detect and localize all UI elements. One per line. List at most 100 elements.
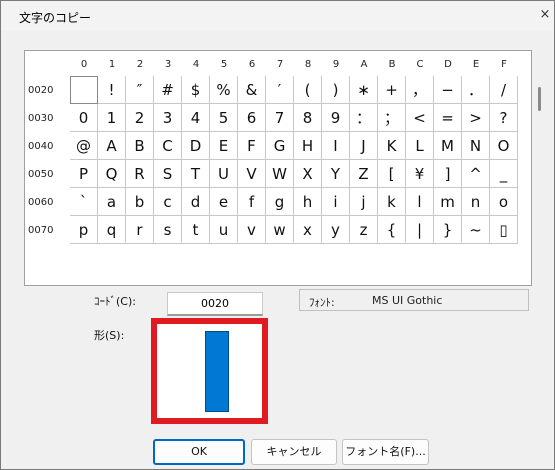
character-cell[interactable]: A <box>98 132 126 160</box>
character-cell[interactable]: x <box>294 216 322 244</box>
character-cell[interactable]: 4 <box>182 104 210 132</box>
character-cell[interactable]: ： <box>350 104 378 132</box>
character-cell[interactable]: S <box>154 160 182 188</box>
character-cell[interactable]: ▯ <box>490 216 518 244</box>
character-cell[interactable]: V <box>238 160 266 188</box>
character-cell[interactable]: ( <box>294 76 322 104</box>
character-cell[interactable]: [ <box>378 160 406 188</box>
character-cell[interactable]: E <box>210 132 238 160</box>
character-cell[interactable]: U <box>210 160 238 188</box>
character-cell[interactable]: Q <box>98 160 126 188</box>
character-cell[interactable]: + <box>378 76 406 104</box>
character-cell[interactable]: T <box>182 160 210 188</box>
character-cell[interactable]: g <box>266 188 294 216</box>
character-cell[interactable]: ′ <box>266 76 294 104</box>
character-cell[interactable]: ~ <box>462 216 490 244</box>
character-cell[interactable]: q <box>98 216 126 244</box>
character-cell[interactable]: v <box>238 216 266 244</box>
grid-scrollbar[interactable] <box>538 87 541 111</box>
character-cell[interactable]: $ <box>182 76 210 104</box>
character-cell[interactable]: F <box>238 132 266 160</box>
character-cell[interactable]: u <box>210 216 238 244</box>
code-input[interactable]: 0020 <box>167 292 263 316</box>
character-cell[interactable]: w <box>266 216 294 244</box>
character-cell[interactable]: ^ <box>462 160 490 188</box>
character-cell[interactable]: k <box>378 188 406 216</box>
character-cell[interactable] <box>70 76 98 104</box>
character-cell[interactable]: # <box>154 76 182 104</box>
character-cell[interactable]: | <box>406 216 434 244</box>
character-cell[interactable]: = <box>434 104 462 132</box>
character-cell[interactable]: ! <box>98 76 126 104</box>
character-cell[interactable]: l <box>406 188 434 216</box>
character-cell[interactable]: % <box>210 76 238 104</box>
character-cell[interactable]: X <box>294 160 322 188</box>
character-cell[interactable]: b <box>126 188 154 216</box>
character-cell[interactable]: J <box>350 132 378 160</box>
character-cell[interactable]: & <box>238 76 266 104</box>
character-cell[interactable]: Y <box>322 160 350 188</box>
character-cell[interactable]: o <box>490 188 518 216</box>
character-cell[interactable]: p <box>70 216 98 244</box>
character-cell[interactable]: I <box>322 132 350 160</box>
character-cell[interactable]: R <box>126 160 154 188</box>
character-cell[interactable]: − <box>434 76 462 104</box>
character-cell[interactable]: t <box>182 216 210 244</box>
character-cell[interactable]: 6 <box>238 104 266 132</box>
character-cell[interactable]: _ <box>490 160 518 188</box>
character-cell[interactable]: G <box>266 132 294 160</box>
character-cell[interactable]: r <box>126 216 154 244</box>
character-cell[interactable]: N <box>462 132 490 160</box>
character-cell[interactable]: 3 <box>154 104 182 132</box>
character-cell[interactable]: P <box>70 160 98 188</box>
character-cell[interactable]: z <box>350 216 378 244</box>
character-cell[interactable]: a <box>98 188 126 216</box>
character-cell[interactable]: > <box>462 104 490 132</box>
character-cell[interactable]: } <box>434 216 462 244</box>
character-cell[interactable]: ″ <box>126 76 154 104</box>
character-cell[interactable]: ` <box>70 188 98 216</box>
character-cell[interactable]: ) <box>322 76 350 104</box>
character-cell[interactable]: j <box>350 188 378 216</box>
character-cell[interactable]: Z <box>350 160 378 188</box>
character-cell[interactable]: h <box>294 188 322 216</box>
character-cell[interactable]: 0 <box>70 104 98 132</box>
character-cell[interactable]: H <box>294 132 322 160</box>
character-cell[interactable]: ∗ <box>350 76 378 104</box>
character-cell[interactable]: 7 <box>266 104 294 132</box>
character-cell[interactable]: B <box>126 132 154 160</box>
character-cell[interactable]: / <box>490 76 518 104</box>
character-cell[interactable]: ； <box>378 104 406 132</box>
character-cell[interactable]: ． <box>462 76 490 104</box>
character-cell[interactable]: ] <box>434 160 462 188</box>
character-cell[interactable]: W <box>266 160 294 188</box>
character-cell[interactable]: C <box>154 132 182 160</box>
character-cell[interactable]: < <box>406 104 434 132</box>
character-cell[interactable]: 8 <box>294 104 322 132</box>
character-cell[interactable]: ? <box>490 104 518 132</box>
character-cell[interactable]: ， <box>406 76 434 104</box>
character-cell[interactable]: y <box>322 216 350 244</box>
character-cell[interactable]: L <box>406 132 434 160</box>
character-cell[interactable]: 9 <box>322 104 350 132</box>
character-cell[interactable]: n <box>462 188 490 216</box>
character-cell[interactable]: ¥ <box>406 160 434 188</box>
cancel-button[interactable]: キャンセル <box>251 439 337 465</box>
character-cell[interactable]: 2 <box>126 104 154 132</box>
ok-button[interactable]: OK <box>153 439 245 465</box>
character-cell[interactable]: D <box>182 132 210 160</box>
character-cell[interactable]: d <box>182 188 210 216</box>
close-icon[interactable]: × <box>538 7 552 23</box>
character-cell[interactable]: O <box>490 132 518 160</box>
character-cell[interactable]: i <box>322 188 350 216</box>
character-cell[interactable]: s <box>154 216 182 244</box>
character-cell[interactable]: f <box>238 188 266 216</box>
character-cell[interactable]: M <box>434 132 462 160</box>
character-cell[interactable]: e <box>210 188 238 216</box>
font-name-button[interactable]: フォント名(F)... <box>342 439 429 465</box>
character-cell[interactable]: 1 <box>98 104 126 132</box>
character-cell[interactable]: 5 <box>210 104 238 132</box>
character-cell[interactable]: m <box>434 188 462 216</box>
character-cell[interactable]: c <box>154 188 182 216</box>
character-cell[interactable]: K <box>378 132 406 160</box>
